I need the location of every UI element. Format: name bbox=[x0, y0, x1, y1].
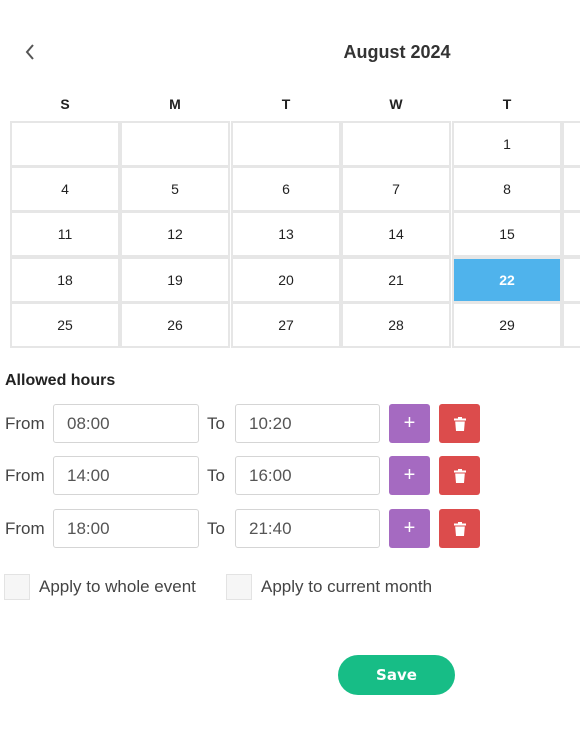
weekday-label: W bbox=[389, 96, 403, 112]
day-cell[interactable] bbox=[341, 121, 451, 167]
day-cell[interactable]: 6 bbox=[231, 166, 341, 212]
day-cell[interactable]: 4 bbox=[10, 166, 120, 212]
allowed-hours-title: Allowed hours bbox=[5, 372, 116, 389]
delete-hours-button[interactable] bbox=[439, 456, 480, 495]
day-cell-partial[interactable] bbox=[562, 121, 580, 167]
to-time-input[interactable] bbox=[235, 456, 380, 495]
day-cell-partial[interactable] bbox=[562, 257, 580, 303]
current-month-label: Apply to current month bbox=[261, 576, 433, 596]
previous-month-button[interactable] bbox=[18, 40, 42, 64]
day-cell[interactable]: 1 bbox=[452, 121, 562, 167]
from-label: From bbox=[5, 519, 45, 538]
day-cell[interactable]: 26 bbox=[120, 302, 230, 348]
hours-row: From To + bbox=[0, 509, 580, 549]
trash-icon bbox=[453, 521, 466, 536]
day-cell[interactable]: 13 bbox=[231, 211, 341, 257]
day-cell[interactable] bbox=[120, 121, 230, 167]
day-cell[interactable]: 19 bbox=[120, 257, 230, 303]
hours-row: From To + bbox=[0, 456, 580, 496]
day-cell[interactable]: 20 bbox=[231, 257, 341, 303]
whole-event-label: Apply to whole event bbox=[39, 576, 196, 596]
from-time-input[interactable] bbox=[53, 456, 199, 495]
month-title: August 2024 bbox=[343, 42, 451, 62]
day-cell[interactable]: 29 bbox=[452, 302, 562, 348]
whole-event-checkbox[interactable] bbox=[4, 573, 30, 600]
day-cell[interactable]: 7 bbox=[341, 166, 451, 212]
day-cell[interactable]: 14 bbox=[341, 211, 451, 257]
delete-hours-button[interactable] bbox=[439, 509, 480, 548]
from-time-input[interactable] bbox=[53, 509, 199, 548]
hours-row: From To + bbox=[0, 404, 580, 444]
add-hours-button[interactable]: + bbox=[389, 456, 430, 495]
day-cell[interactable] bbox=[10, 121, 120, 167]
day-cell[interactable] bbox=[231, 121, 341, 167]
day-cell[interactable]: 28 bbox=[341, 302, 451, 348]
to-label: To bbox=[207, 414, 225, 433]
to-time-input[interactable] bbox=[235, 404, 380, 443]
day-cell-selected[interactable]: 22 bbox=[452, 257, 562, 303]
add-hours-button[interactable]: + bbox=[389, 509, 430, 548]
day-cell[interactable]: 15 bbox=[452, 211, 562, 257]
weekday-label: S bbox=[60, 96, 70, 112]
delete-hours-button[interactable] bbox=[439, 404, 480, 443]
day-cell-partial[interactable] bbox=[562, 166, 580, 212]
day-cell[interactable]: 12 bbox=[120, 211, 230, 257]
chevron-left-icon bbox=[25, 44, 34, 60]
day-cell[interactable]: 21 bbox=[341, 257, 451, 303]
trash-icon bbox=[453, 416, 466, 431]
to-label: To bbox=[207, 519, 225, 538]
to-time-input[interactable] bbox=[235, 509, 380, 548]
day-cell[interactable]: 18 bbox=[10, 257, 120, 303]
weekday-label: T bbox=[281, 96, 291, 112]
to-label: To bbox=[207, 466, 225, 485]
day-cell[interactable]: 27 bbox=[231, 302, 341, 348]
day-cell[interactable]: 25 bbox=[10, 302, 120, 348]
from-label: From bbox=[5, 414, 45, 433]
save-button[interactable]: Save bbox=[338, 655, 455, 695]
day-cell[interactable]: 5 bbox=[120, 166, 230, 212]
from-label: From bbox=[5, 466, 45, 485]
current-month-option: Apply to current month bbox=[226, 573, 432, 600]
add-hours-button[interactable]: + bbox=[389, 404, 430, 443]
weekday-label: M bbox=[169, 96, 181, 112]
from-time-input[interactable] bbox=[53, 404, 199, 443]
whole-event-option: Apply to whole event bbox=[4, 573, 196, 600]
day-cell-partial[interactable] bbox=[562, 302, 580, 348]
day-cell[interactable]: 8 bbox=[452, 166, 562, 212]
weekday-label: T bbox=[502, 96, 512, 112]
day-cell[interactable]: 11 bbox=[10, 211, 120, 257]
current-month-checkbox[interactable] bbox=[226, 573, 252, 600]
trash-icon bbox=[453, 468, 466, 483]
day-cell-partial[interactable] bbox=[562, 211, 580, 257]
